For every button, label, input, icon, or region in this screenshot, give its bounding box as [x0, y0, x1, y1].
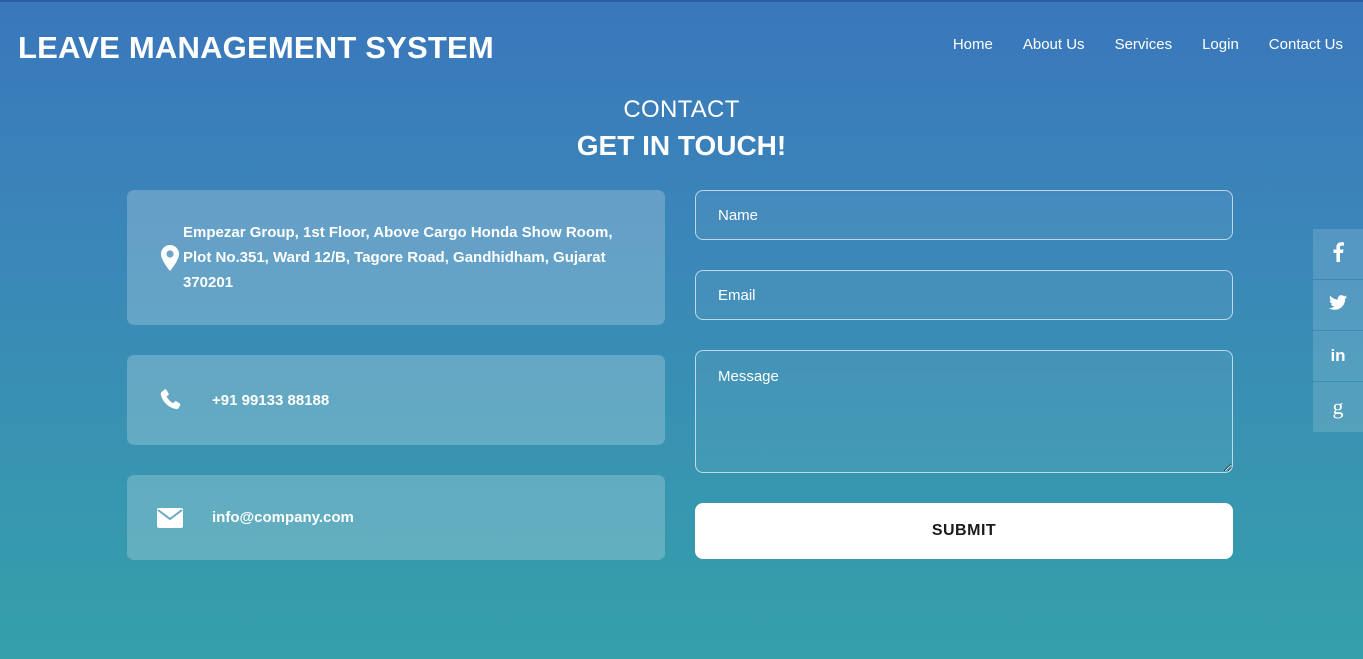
- nav-services[interactable]: Services: [1115, 36, 1173, 53]
- twitter-icon: [1329, 295, 1347, 315]
- nav-login[interactable]: Login: [1202, 36, 1239, 53]
- brand-title[interactable]: LEAVE MANAGEMENT SYSTEM: [18, 30, 494, 66]
- nav-home[interactable]: Home: [953, 36, 993, 53]
- nav-about-us[interactable]: About Us: [1023, 36, 1085, 53]
- address-line-1: Empezar Group, 1st Floor, Above Cargo Ho…: [183, 224, 613, 241]
- main-nav: Home About Us Services Login Contact Us: [923, 36, 1343, 53]
- section-title: GET IN TOUCH!: [576, 130, 787, 161]
- submit-button[interactable]: SUBMIT: [695, 503, 1233, 559]
- google-plus-icon: g: [1332, 394, 1344, 419]
- linkedin-link[interactable]: in: [1313, 331, 1363, 381]
- phone-text[interactable]: +91 99133 88188: [212, 388, 329, 413]
- linkedin-icon: in: [1330, 346, 1346, 365]
- social-sidebar: in g: [1313, 229, 1363, 433]
- phone-card: +91 99133 88188: [127, 355, 665, 445]
- facebook-icon: [1332, 241, 1344, 267]
- email-text[interactable]: info@company.com: [212, 505, 354, 530]
- envelope-icon: [157, 507, 183, 528]
- map-pin-icon: [157, 244, 183, 271]
- email-input[interactable]: [695, 270, 1233, 320]
- phone-icon: [157, 388, 183, 412]
- email-card: info@company.com: [127, 475, 665, 560]
- nav-contact-us[interactable]: Contact Us: [1269, 36, 1343, 53]
- facebook-link[interactable]: [1313, 229, 1363, 279]
- twitter-link[interactable]: [1313, 280, 1363, 330]
- address-line-2: Plot No.351, Ward 12/B, Tagore Road, Gan…: [183, 249, 606, 266]
- address-text: Empezar Group, 1st Floor, Above Cargo Ho…: [183, 220, 613, 295]
- address-line-3: 370201: [183, 274, 234, 291]
- address-card: Empezar Group, 1st Floor, Above Cargo Ho…: [127, 190, 665, 325]
- site-header: LEAVE MANAGEMENT SYSTEM Home About Us Se…: [0, 0, 1363, 90]
- name-input[interactable]: [695, 190, 1233, 240]
- section-kicker: CONTACT: [623, 96, 740, 123]
- message-textarea[interactable]: [695, 350, 1233, 473]
- google-plus-link[interactable]: g: [1313, 382, 1363, 432]
